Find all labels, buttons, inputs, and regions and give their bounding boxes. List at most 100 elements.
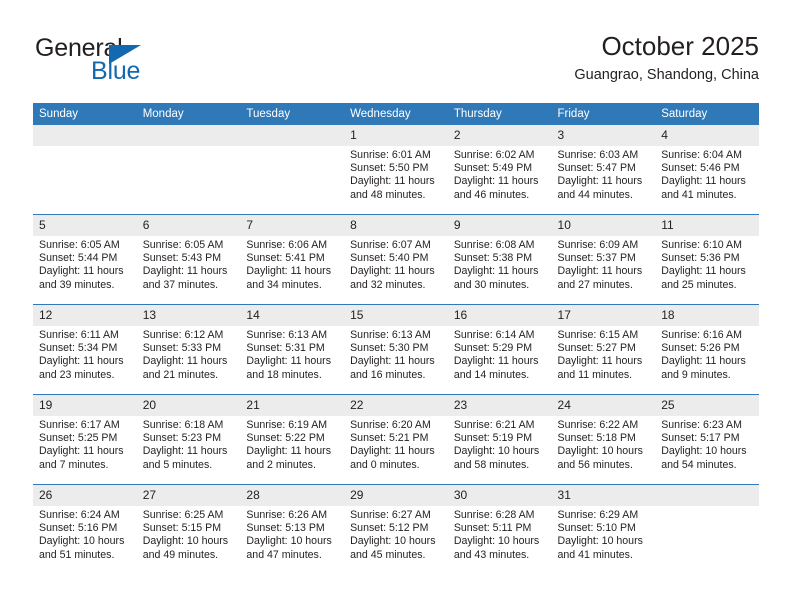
sunset-line: Sunset: 5:29 PM [453, 342, 533, 355]
day-sun-details: Sunrise: 6:16 AM Sunset: 5:26 PM Daylight:… [655, 326, 759, 382]
calendar-week-row: 26 Sunrise: 6:24 AM Sunset: 5:16 PM Dayligh… [33, 484, 759, 574]
sunset-line: Sunset: 5:37 PM [557, 252, 636, 265]
day-cell-inner [136, 125, 241, 214]
calendar-grid: Sunday Monday Tuesday Wednesday Thursday Frid… [33, 103, 759, 574]
day-cell-inner [33, 125, 137, 214]
sunrise-line: Sunrise: 6:25 AM [142, 509, 224, 521]
day-sun-details: Sunrise: 6:05 AM Sunset: 5:43 PM Daylight:… [137, 236, 241, 292]
calendar-day-cell[interactable]: 21 Sunrise: 6:19 AM Sunset: 5:22 PM Dayligh… [240, 394, 345, 485]
day-number: 18 [655, 305, 759, 326]
day-sun-details: Sunrise: 6:05 AM Sunset: 5:44 PM Daylight:… [33, 236, 137, 292]
sunset-line: Sunset: 5:30 PM [350, 342, 429, 355]
day-number: 27 [136, 485, 241, 506]
sunrise-line: Sunrise: 6:05 AM [39, 239, 120, 251]
sunrise-line: Sunrise: 6:13 AM [246, 329, 328, 341]
daylight-line: Daylight: 11 hours [350, 175, 435, 188]
calendar-day-cell[interactable]: 1 Sunrise: 6:01 AM Sunset: 5:50 PM Daylight… [344, 125, 448, 215]
sunrise-line: Sunrise: 6:01 AM [350, 149, 431, 161]
day-sun-details: Sunrise: 6:27 AM Sunset: 5:12 PM Daylight:… [344, 506, 448, 562]
daylight-line-cont: and 58 minutes. [453, 458, 530, 471]
calendar-day-cell[interactable]: 29 Sunrise: 6:27 AM Sunset: 5:12 PM Dayligh… [344, 484, 448, 574]
calendar-day-cell[interactable]: 16 Sunrise: 6:14 AM Sunset: 5:29 PM Dayligh… [447, 304, 552, 395]
daylight-line: Daylight: 10 hours [557, 445, 643, 458]
sunset-line: Sunset: 5:34 PM [39, 342, 118, 355]
general-blue-logo[interactable]: General Blue [33, 34, 233, 90]
sunrise-line: Sunrise: 6:14 AM [453, 329, 535, 341]
calendar-day-cell[interactable]: 10 Sunrise: 6:09 AM Sunset: 5:37 PM Dayligh… [551, 214, 656, 305]
calendar-day-cell[interactable]: 15 Sunrise: 6:13 AM Sunset: 5:30 PM Dayligh… [344, 304, 448, 395]
weekday-header-monday: Monday [136, 103, 241, 125]
sunset-line: Sunset: 5:10 PM [557, 522, 636, 535]
sunrise-line: Sunrise: 6:20 AM [350, 419, 431, 431]
daylight-line-cont: and 30 minutes. [453, 278, 530, 291]
day-number: 26 [33, 485, 137, 506]
calendar-day-cell[interactable]: 14 Sunrise: 6:13 AM Sunset: 5:31 PM Dayligh… [240, 304, 345, 395]
sunset-line: Sunset: 5:43 PM [142, 252, 222, 265]
day-cell-inner: 21 Sunrise: 6:19 AM Sunset: 5:22 PM Dayligh… [240, 395, 345, 484]
daylight-line: Daylight: 11 hours [39, 265, 124, 278]
daylight-line: Daylight: 11 hours [142, 265, 228, 278]
calendar-day-cell[interactable]: 11 Sunrise: 6:10 AM Sunset: 5:36 PM Dayligh… [655, 214, 759, 305]
calendar-day-cell[interactable]: 18 Sunrise: 6:16 AM Sunset: 5:26 PM Dayligh… [655, 304, 759, 395]
calendar-day-cell[interactable]: 28 Sunrise: 6:26 AM Sunset: 5:13 PM Dayligh… [240, 484, 345, 574]
calendar-day-cell[interactable]: 22 Sunrise: 6:20 AM Sunset: 5:21 PM Dayligh… [344, 394, 448, 485]
calendar-day-cell[interactable]: 12 Sunrise: 6:11 AM Sunset: 5:34 PM Dayligh… [33, 304, 137, 395]
calendar-day-cell[interactable]: 17 Sunrise: 6:15 AM Sunset: 5:27 PM Dayligh… [551, 304, 656, 395]
daylight-line-cont: and 14 minutes. [453, 368, 530, 381]
day-sun-details: Sunrise: 6:03 AM Sunset: 5:47 PM Daylight:… [552, 146, 656, 202]
day-number: 6 [136, 215, 241, 236]
calendar-day-cell[interactable]: 25 Sunrise: 6:23 AM Sunset: 5:17 PM Dayligh… [655, 394, 759, 485]
daylight-line-cont: and 54 minutes. [661, 458, 737, 471]
sunrise-line: Sunrise: 6:28 AM [453, 509, 535, 521]
sunset-line: Sunset: 5:19 PM [453, 432, 533, 445]
day-cell-inner: 15 Sunrise: 6:13 AM Sunset: 5:30 PM Dayligh… [344, 305, 448, 394]
sunrise-line: Sunrise: 6:12 AM [142, 329, 224, 341]
calendar-week-row: 12 Sunrise: 6:11 AM Sunset: 5:34 PM Dayligh… [33, 304, 759, 395]
day-number: 15 [344, 305, 448, 326]
calendar-day-cell[interactable]: 19 Sunrise: 6:17 AM Sunset: 5:25 PM Dayligh… [33, 394, 137, 485]
calendar-day-cell[interactable]: 24 Sunrise: 6:22 AM Sunset: 5:18 PM Dayligh… [551, 394, 656, 485]
calendar-day-cell[interactable]: 23 Sunrise: 6:21 AM Sunset: 5:19 PM Dayligh… [447, 394, 552, 485]
calendar-day-cell[interactable]: 30 Sunrise: 6:28 AM Sunset: 5:11 PM Dayligh… [447, 484, 552, 574]
calendar-day-cell[interactable]: 9 Sunrise: 6:08 AM Sunset: 5:38 PM Daylight… [447, 214, 552, 305]
calendar-body: 1 Sunrise: 6:01 AM Sunset: 5:50 PM Daylight… [33, 125, 759, 574]
daylight-line: Daylight: 11 hours [39, 445, 124, 458]
calendar-day-cell[interactable]: 4 Sunrise: 6:04 AM Sunset: 5:46 PM Daylight… [655, 125, 759, 215]
sunset-line: Sunset: 5:38 PM [453, 252, 533, 265]
daylight-line-cont: and 18 minutes. [246, 368, 322, 381]
daylight-line-cont: and 9 minutes. [661, 368, 731, 381]
sunrise-line: Sunrise: 6:16 AM [661, 329, 742, 341]
day-sun-details: Sunrise: 6:04 AM Sunset: 5:46 PM Daylight:… [655, 146, 759, 202]
day-number: 28 [240, 485, 345, 506]
daylight-line-cont: and 37 minutes. [142, 278, 219, 291]
calendar-day-cell[interactable]: 31 Sunrise: 6:29 AM Sunset: 5:10 PM Dayligh… [551, 484, 656, 574]
weekday-header-saturday: Saturday [655, 103, 759, 125]
day-cell-inner: 22 Sunrise: 6:20 AM Sunset: 5:21 PM Dayligh… [344, 395, 448, 484]
daylight-line: Daylight: 11 hours [350, 265, 435, 278]
sunrise-line: Sunrise: 6:21 AM [453, 419, 535, 431]
daylight-line: Daylight: 10 hours [557, 535, 643, 548]
day-number: 29 [344, 485, 448, 506]
sunset-line: Sunset: 5:31 PM [246, 342, 325, 355]
day-number: 7 [240, 215, 345, 236]
calendar-day-cell[interactable]: 3 Sunrise: 6:03 AM Sunset: 5:47 PM Daylight… [551, 125, 656, 215]
sunset-line: Sunset: 5:33 PM [142, 342, 222, 355]
calendar-day-cell[interactable]: 20 Sunrise: 6:18 AM Sunset: 5:23 PM Dayligh… [136, 394, 241, 485]
daylight-line-cont: and 41 minutes. [557, 548, 633, 561]
sunrise-line: Sunrise: 6:06 AM [246, 239, 328, 251]
calendar-day-cell[interactable]: 2 Sunrise: 6:02 AM Sunset: 5:49 PM Daylight… [447, 125, 552, 215]
calendar-day-cell[interactable]: 27 Sunrise: 6:25 AM Sunset: 5:15 PM Dayligh… [136, 484, 241, 574]
sunset-line: Sunset: 5:46 PM [661, 162, 740, 175]
calendar-day-cell[interactable]: 13 Sunrise: 6:12 AM Sunset: 5:33 PM Dayligh… [136, 304, 241, 395]
sunrise-line: Sunrise: 6:13 AM [350, 329, 431, 341]
calendar-day-cell[interactable]: 5 Sunrise: 6:05 AM Sunset: 5:44 PM Daylight… [33, 214, 137, 305]
calendar-day-cell-empty [33, 125, 137, 215]
daylight-line: Daylight: 10 hours [39, 535, 125, 548]
day-cell-inner: 4 Sunrise: 6:04 AM Sunset: 5:46 PM Daylight… [655, 125, 759, 214]
calendar-day-cell[interactable]: 6 Sunrise: 6:05 AM Sunset: 5:43 PM Daylight… [136, 214, 241, 305]
calendar-day-cell[interactable]: 26 Sunrise: 6:24 AM Sunset: 5:16 PM Dayligh… [33, 484, 137, 574]
calendar-day-cell[interactable]: 8 Sunrise: 6:07 AM Sunset: 5:40 PM Daylight… [344, 214, 448, 305]
calendar-day-cell[interactable]: 7 Sunrise: 6:06 AM Sunset: 5:41 PM Daylight… [240, 214, 345, 305]
weekday-header-wednesday: Wednesday [344, 103, 448, 125]
day-cell-inner: 12 Sunrise: 6:11 AM Sunset: 5:34 PM Dayligh… [33, 305, 137, 394]
